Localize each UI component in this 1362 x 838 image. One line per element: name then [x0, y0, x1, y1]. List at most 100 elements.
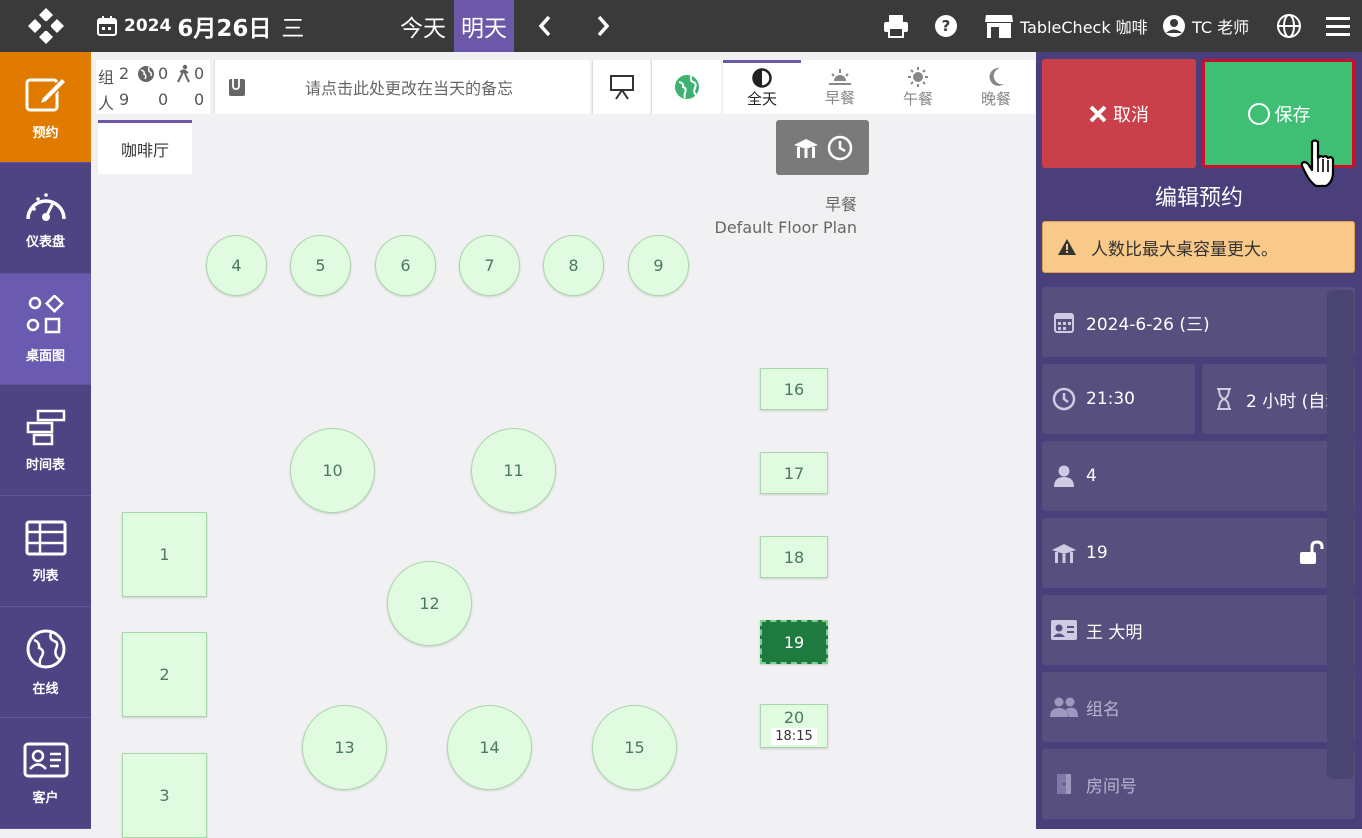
date-picker[interactable]: 2024 6月26日 三	[96, 0, 304, 52]
sidebar-item-list[interactable]: 列表	[0, 496, 91, 607]
table-2[interactable]: 2	[122, 632, 207, 717]
room-number-field[interactable]: 房间号	[1042, 749, 1355, 819]
table-9[interactable]: 9	[628, 235, 689, 296]
help-button[interactable]: ?	[934, 0, 958, 52]
language-button[interactable]	[1276, 0, 1302, 52]
guest-name-field[interactable]: 王 大明	[1042, 595, 1355, 665]
table-5[interactable]: 5	[290, 235, 351, 296]
user-menu[interactable]: TC 老师	[1162, 0, 1249, 52]
cancel-button[interactable]: 取消	[1042, 59, 1196, 168]
unlock-icon[interactable]	[1298, 540, 1326, 566]
store-name: TableCheck 咖啡	[1020, 18, 1148, 37]
table-16[interactable]: 16	[760, 368, 828, 410]
people-count: 9	[119, 90, 130, 109]
sun-icon	[908, 66, 928, 87]
online-groups-count: 0	[158, 64, 169, 83]
clock-icon	[1052, 387, 1076, 411]
prev-day-button[interactable]	[525, 0, 565, 52]
table-7[interactable]: 7	[459, 235, 520, 296]
table-1[interactable]: 1	[122, 512, 207, 597]
meal-tab-label: 晚餐	[980, 89, 1011, 108]
panel-scrollbar[interactable]	[1327, 290, 1354, 779]
hamburger-menu-button[interactable]	[1326, 0, 1350, 52]
table-4[interactable]: 4	[206, 235, 267, 296]
store-switcher[interactable]: TableCheck 咖啡	[984, 0, 1148, 52]
date-field[interactable]: 2024-6-26 (三)	[1042, 287, 1355, 357]
date-weekday: 三	[281, 16, 305, 42]
meal-tab-allday[interactable]: 全天	[723, 60, 801, 114]
meal-tab-lunch[interactable]: 午餐	[879, 60, 957, 114]
chevron-right-icon	[597, 15, 610, 37]
person-icon	[1054, 465, 1074, 487]
tomorrow-button[interactable]: 明天	[454, 0, 514, 52]
user-name: TC 老师	[1192, 18, 1250, 37]
table-20[interactable]: 20 18:15	[760, 704, 828, 748]
sidebar-item-timetable[interactable]: 时间表	[0, 385, 91, 496]
daily-memo-field[interactable]: 请点击此处更改在当天的备忘	[214, 60, 590, 114]
sidebar-item-customers[interactable]: 客户	[0, 718, 91, 829]
edit-icon	[25, 76, 67, 111]
sidebar-item-reservation[interactable]: 预约	[0, 52, 91, 163]
sidebar-item-label: 桌面图	[25, 348, 65, 364]
table-11[interactable]: 11	[471, 428, 556, 513]
clock-icon	[827, 135, 852, 160]
table-list-icon	[25, 520, 66, 555]
table-17[interactable]: 17	[760, 452, 828, 494]
presentation-board-icon	[609, 75, 634, 100]
memo-placeholder: 请点击此处更改在当天的备忘	[305, 79, 514, 98]
table-19-selected[interactable]: 19	[760, 620, 828, 664]
table-13[interactable]: 13	[302, 705, 387, 790]
time-value: 21:30	[1086, 389, 1135, 409]
print-button[interactable]	[883, 0, 909, 52]
globe-icon	[26, 629, 65, 668]
date-year: 2024	[124, 16, 172, 36]
table-18[interactable]: 18	[760, 536, 828, 578]
next-day-button[interactable]	[583, 0, 623, 52]
shapes-icon	[26, 294, 64, 333]
today-button[interactable]: 今天	[394, 0, 452, 52]
presentation-button[interactable]	[592, 60, 650, 114]
sidebar-item-label: 客户	[32, 790, 59, 806]
area-tab-cafe[interactable]: 咖啡厅	[98, 120, 192, 174]
meal-tab-breakfast[interactable]: 早餐	[801, 60, 879, 114]
table-14[interactable]: 14	[447, 705, 532, 790]
group-icon	[1050, 697, 1078, 717]
sidebar-item-floor-plan[interactable]: 桌面图	[0, 274, 91, 385]
table-3[interactable]: 3	[122, 753, 207, 838]
cancel-button-label: 取消	[1113, 104, 1149, 126]
contact-card-icon	[23, 742, 68, 777]
globe-outline-icon	[1277, 14, 1301, 38]
table-field[interactable]: 19	[1042, 518, 1355, 588]
meal-tab-dinner[interactable]: 晚餐	[957, 60, 1035, 114]
warning-text: 人数比最大桌容量更大。	[1091, 239, 1278, 260]
party-size-field[interactable]: 4	[1042, 441, 1355, 511]
online-globe-green-icon	[674, 75, 699, 99]
table-10[interactable]: 10	[290, 428, 375, 513]
svg-text:?: ?	[942, 17, 951, 35]
table-12[interactable]: 12	[387, 561, 472, 646]
party-size-value: 4	[1086, 466, 1097, 486]
online-people-count: 0	[158, 90, 169, 109]
table-6[interactable]: 6	[375, 235, 436, 296]
table-8[interactable]: 8	[543, 235, 604, 296]
sidebar-item-online[interactable]: 在线	[0, 607, 91, 718]
sidebar-item-label: 时间表	[25, 457, 65, 473]
table-number: 20	[783, 708, 805, 727]
online-toggle-button[interactable]	[651, 60, 721, 114]
printer-icon	[884, 15, 908, 38]
time-field[interactable]: 21:30	[1042, 364, 1195, 434]
calendar-icon	[1054, 313, 1074, 333]
sidebar-item-label: 列表	[32, 568, 59, 584]
floor-plan-name: Default Floor Plan	[714, 218, 857, 237]
floor-meal-label: 早餐	[824, 195, 857, 214]
id-card-icon	[1051, 620, 1077, 640]
table-15[interactable]: 15	[592, 705, 677, 790]
group-name-field[interactable]: 组名	[1042, 672, 1355, 742]
summary-stats: 组 2 人 9 0 0 0 0	[96, 60, 210, 114]
app-logo-icon[interactable]	[0, 0, 91, 52]
table-timeline-toggle-button[interactable]	[776, 120, 869, 175]
sidebar-item-dashboard[interactable]: 仪表盘	[0, 163, 91, 274]
save-button-label: 保存	[1274, 104, 1311, 126]
table-value: 19	[1086, 543, 1108, 563]
user-circle-icon	[1163, 15, 1185, 37]
